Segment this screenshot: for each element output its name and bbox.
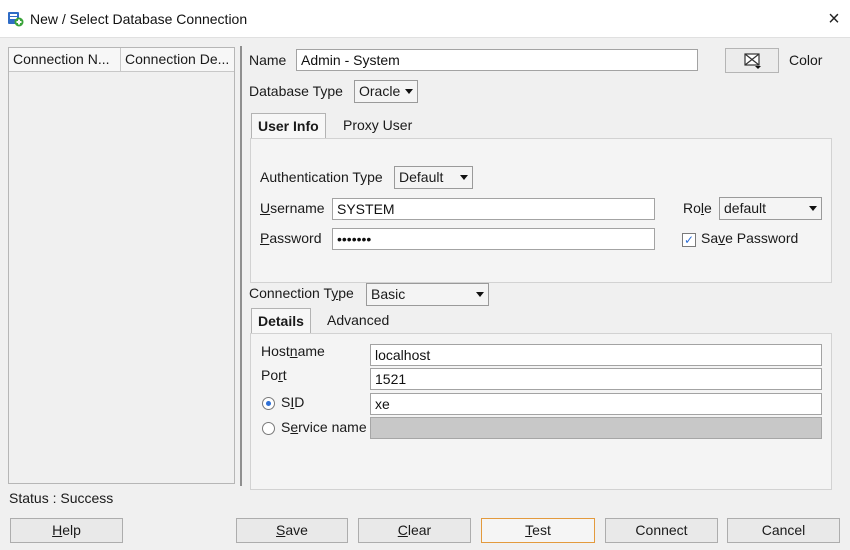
radio-selected-dot [266, 401, 271, 406]
test-button[interactable]: Test [481, 518, 595, 543]
database-add-icon [7, 10, 24, 27]
chevron-down-icon [809, 206, 817, 211]
clear-button[interactable]: Clear [358, 518, 471, 543]
tab-advanced[interactable]: Advanced [321, 308, 395, 334]
username-label: Username [260, 200, 325, 216]
status-text: Status : Success [9, 490, 114, 506]
save-password-checkbox[interactable]: ✓ [682, 233, 696, 247]
service-name-label: Service name [281, 419, 367, 435]
save-button[interactable]: Save [236, 518, 348, 543]
hostname-label: Hostname [261, 343, 325, 359]
connection-list[interactable]: Connection N... Connection De... [8, 47, 235, 484]
sid-radio[interactable] [262, 397, 275, 410]
connection-type-value: Basic [371, 286, 406, 302]
sid-field[interactable] [370, 393, 822, 415]
password-field[interactable]: ••••••• [332, 228, 655, 250]
role-select[interactable]: default [719, 197, 822, 220]
service-name-field[interactable] [370, 417, 822, 439]
tab-proxy-user[interactable]: Proxy User [337, 113, 418, 139]
title-bar: New / Select Database Connection × [0, 0, 850, 38]
column-header-connection-name[interactable]: Connection N... [9, 48, 121, 72]
column-header-connection-description[interactable]: Connection De... [121, 48, 234, 72]
split-divider[interactable] [240, 46, 242, 486]
database-type-select[interactable]: Oracle [354, 80, 418, 103]
hostname-field[interactable] [370, 344, 822, 366]
database-type-label: Database Type [249, 83, 343, 99]
close-icon[interactable]: × [822, 8, 846, 32]
tab-details[interactable]: Details [251, 308, 311, 334]
color-button[interactable] [725, 48, 779, 73]
help-button[interactable]: Help [10, 518, 123, 543]
authentication-type-label: Authentication Type [260, 169, 383, 185]
password-label: Password [260, 230, 322, 246]
color-label: Color [789, 52, 823, 68]
chevron-down-icon [460, 175, 468, 180]
database-type-value: Oracle [359, 83, 401, 99]
connect-button[interactable]: Connect [605, 518, 718, 543]
chevron-down-icon [405, 89, 413, 94]
role-label: Role [683, 200, 712, 216]
connection-type-select[interactable]: Basic [366, 283, 489, 306]
name-field[interactable] [296, 49, 698, 71]
authentication-type-value: Default [399, 169, 444, 185]
username-field[interactable] [332, 198, 655, 220]
role-value: default [724, 200, 767, 216]
authentication-type-select[interactable]: Default [394, 166, 473, 189]
window-title: New / Select Database Connection [30, 11, 248, 27]
color-picker-icon [743, 52, 763, 70]
name-label: Name [249, 52, 287, 68]
port-field[interactable] [370, 368, 822, 390]
cancel-button[interactable]: Cancel [727, 518, 840, 543]
service-name-radio[interactable] [262, 422, 275, 435]
sid-label: SID [281, 394, 305, 410]
tab-user-info[interactable]: User Info [251, 113, 326, 139]
save-password-label: Save Password [701, 230, 799, 246]
connection-type-label: Connection Type [249, 285, 354, 301]
chevron-down-icon [476, 292, 484, 297]
port-label: Port [261, 367, 287, 383]
